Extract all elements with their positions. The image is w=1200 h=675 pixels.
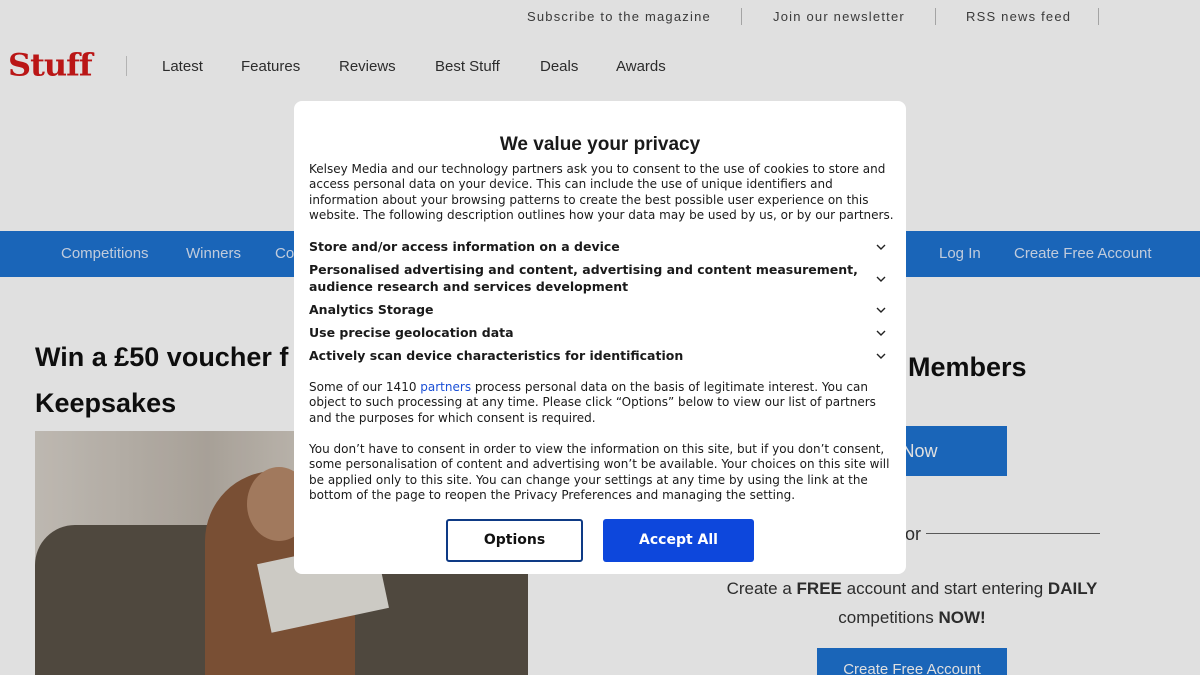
purpose-device-scan[interactable]: Actively scan device characteristics for… [309,345,887,365]
chevron-down-icon[interactable] [875,303,887,315]
chevron-down-icon[interactable] [875,349,887,361]
purpose-analytics-storage[interactable]: Analytics Storage [309,299,887,319]
purpose-store-access[interactable]: Store and/or access information on a dev… [309,236,887,256]
purpose-label: Personalised advertising and content, ad… [309,262,858,294]
purpose-label: Actively scan device characteristics for… [309,347,684,363]
privacy-consent-dialog: We value your privacy Kelsey Media and o… [294,101,906,574]
partners-link[interactable]: partners [420,380,471,394]
purpose-label: Analytics Storage [309,301,434,317]
purpose-label: Use precise geolocation data [309,324,514,340]
purpose-label: Store and/or access information on a dev… [309,238,620,254]
purpose-personalised-ads[interactable]: Personalised advertising and content, ad… [309,259,887,297]
options-button[interactable]: Options [446,519,583,562]
purpose-list: Store and/or access information on a dev… [309,236,887,365]
dialog-intro-text: Kelsey Media and our technology partners… [309,162,894,223]
chevron-down-icon[interactable] [875,240,887,252]
purpose-geolocation[interactable]: Use precise geolocation data [309,322,887,342]
accept-all-button[interactable]: Accept All [603,519,754,562]
chevron-down-icon[interactable] [875,326,887,338]
chevron-down-icon[interactable] [875,272,887,284]
legitimate-interest-text: Some of our 1410 partners process person… [309,380,876,425]
dialog-title: We value your privacy [499,134,701,155]
no-consent-text: You don’t have to consent in order to vi… [309,442,890,503]
